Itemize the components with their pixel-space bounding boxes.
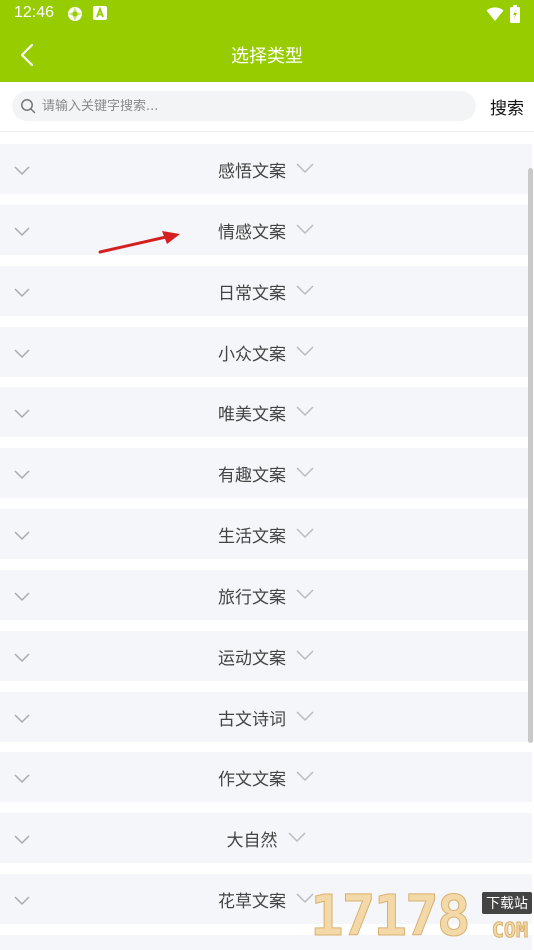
status-bar: 12:46 xyxy=(0,0,534,28)
category-label: 唯美文案 xyxy=(218,404,286,425)
category-label: 作文文案 xyxy=(218,769,286,790)
category-item[interactable]: 旅行文案 xyxy=(0,570,532,620)
battery-icon xyxy=(510,5,520,27)
status-time: 12:46 xyxy=(14,4,55,21)
scrollbar[interactable] xyxy=(528,168,533,743)
category-item[interactable]: 运动文案 xyxy=(0,631,532,681)
chevron-down-icon xyxy=(296,405,314,416)
category-item[interactable]: 情感文案 xyxy=(0,205,532,255)
category-item[interactable]: 生活文案 xyxy=(0,509,532,559)
chevron-down-icon xyxy=(296,770,314,781)
category-item[interactable]: 大自然 xyxy=(0,813,532,863)
category-item[interactable]: 唯美文案 xyxy=(0,387,532,437)
category-item[interactable]: 日常文案 xyxy=(0,266,532,316)
search-field-container[interactable] xyxy=(12,91,476,121)
red-arrow-annotation xyxy=(98,231,180,254)
category-label: 运动文案 xyxy=(218,648,286,669)
chevron-down-icon xyxy=(296,710,314,721)
category-item[interactable]: 有趣文案 xyxy=(0,448,532,498)
category-label: 有趣文案 xyxy=(218,465,286,486)
category-item[interactable]: 小众文案 xyxy=(0,327,532,377)
a-badge-icon xyxy=(93,5,111,23)
category-label: 感悟文案 xyxy=(218,161,286,182)
chevron-down-icon xyxy=(296,649,314,660)
chevron-down-icon xyxy=(296,162,314,173)
category-list: 感悟文案 情感文案 日常文案 小众文案 唯美文案 有趣文案 生活文案 旅行文案 … xyxy=(0,132,534,950)
chevron-down-icon xyxy=(287,831,306,842)
watermark-badge: 下载站 xyxy=(482,892,532,914)
category-item[interactable]: 感悟文案 xyxy=(0,144,532,194)
category-label: 大自然 xyxy=(226,830,278,851)
chevron-down-icon xyxy=(296,466,314,477)
watermark-digits: 17178 xyxy=(310,884,472,950)
search-input[interactable] xyxy=(42,98,462,114)
category-label: 情感文案 xyxy=(218,222,286,243)
chevron-down-icon xyxy=(296,345,314,356)
chevron-down-icon xyxy=(296,284,314,295)
watermark-suffix: COM xyxy=(491,918,528,943)
category-label: 旅行文案 xyxy=(218,587,286,608)
category-label: 花草文案 xyxy=(218,891,286,912)
category-label: 日常文案 xyxy=(218,283,286,304)
category-label: 小众文案 xyxy=(218,344,286,365)
search-button[interactable]: 搜索 xyxy=(490,94,524,119)
settings-flower-icon xyxy=(66,5,84,23)
wifi-icon xyxy=(486,6,504,26)
category-item[interactable]: 作文文案 xyxy=(0,752,532,802)
category-label: 生活文案 xyxy=(218,526,286,547)
app-header: 12:46 选择类型 xyxy=(0,0,534,82)
search-icon xyxy=(21,99,36,114)
chevron-down-icon xyxy=(296,588,314,599)
chevron-down-icon xyxy=(296,527,314,538)
search-bar: 搜索 xyxy=(0,82,534,132)
category-item[interactable]: 古文诗词 xyxy=(0,692,532,742)
page-title: 选择类型 xyxy=(231,46,303,67)
chevron-down-icon xyxy=(296,223,314,234)
category-label: 古文诗词 xyxy=(218,709,286,730)
watermark-logo: 17178 下载站 COM xyxy=(308,884,534,950)
